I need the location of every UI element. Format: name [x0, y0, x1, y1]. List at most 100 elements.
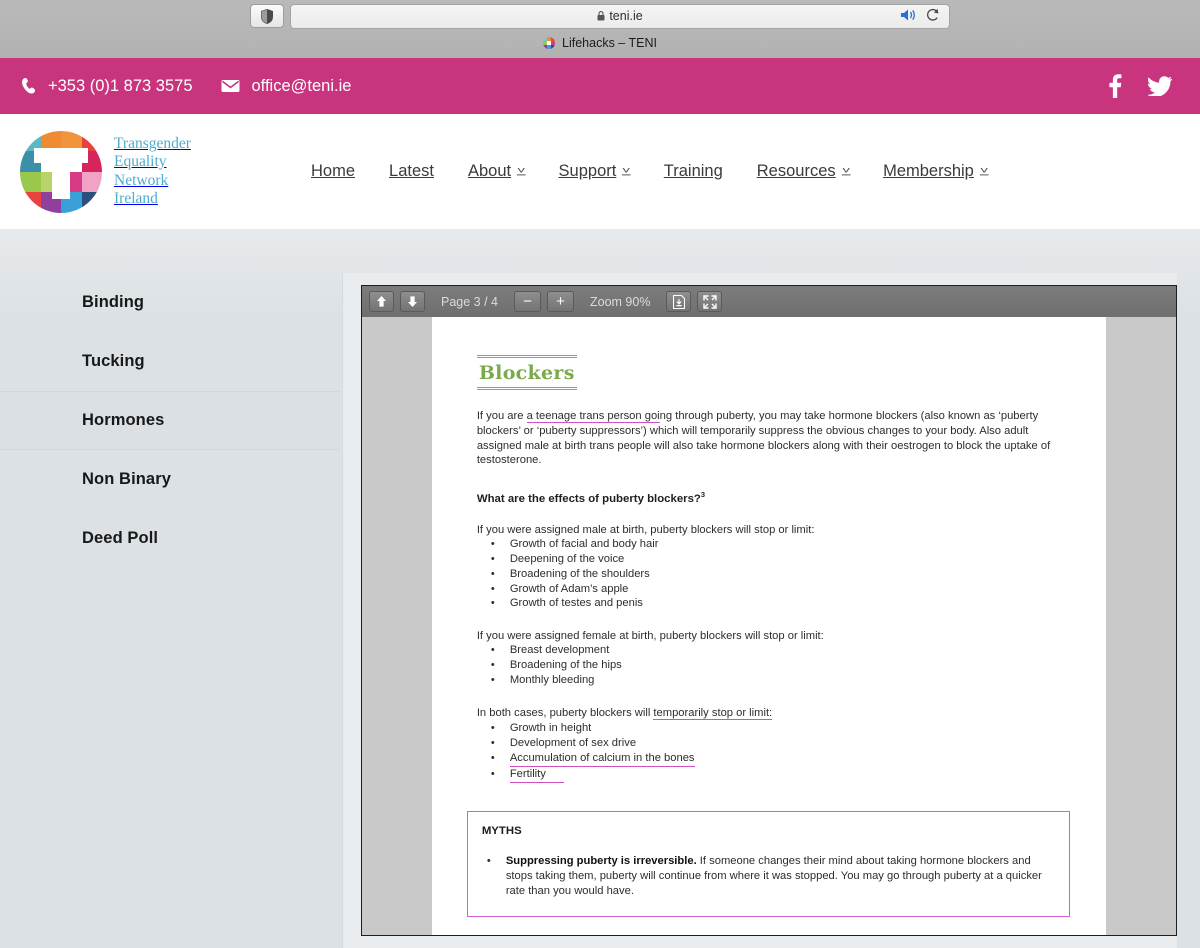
nav-label: Training	[663, 162, 723, 180]
doc-both-list: Growth in height Development of sex driv…	[477, 721, 1070, 783]
sidebar-item-hormones[interactable]: Hormones	[0, 391, 340, 450]
pdf-gutter-left	[362, 317, 432, 935]
myths-title: MYTHS	[481, 824, 522, 837]
list-item-text: Growth in height	[509, 722, 592, 735]
list-item: Growth in height	[477, 721, 1070, 736]
effects-heading-footnote: 3	[700, 490, 706, 500]
phone-contact[interactable]: +353 (0)1 873 3575	[20, 77, 193, 96]
pdf-viewer-panel: Page 3 / 4 − + Zoom 90% Blockers If you …	[342, 273, 1177, 948]
sidebar-item-label: Hormones	[82, 411, 165, 429]
nav-item-membership[interactable]: Membership ˅	[866, 162, 1004, 181]
list-item-text: Fertility	[509, 767, 564, 783]
chevron-down-icon: ˅	[841, 165, 851, 177]
teni-logo[interactable]: Transgender Equality Network Ireland	[20, 130, 270, 213]
list-item: Growth of facial and body hair	[477, 537, 1070, 552]
url-text: teni.ie	[609, 9, 643, 23]
nav-label: Latest	[389, 162, 434, 180]
teni-logo-mark	[20, 130, 102, 213]
list-item: Growth of Adam’s apple	[477, 582, 1070, 597]
doc-afab-list: Breast development Broadening of the hip…	[477, 643, 1070, 688]
shield-icon[interactable]	[250, 4, 284, 28]
main-nav: Home Latest About ˅ Support ˅ Training R…	[294, 162, 1004, 181]
doc-both-lead: In both cases, puberty blockers will tem…	[476, 707, 1070, 721]
nav-label: Home	[311, 162, 356, 180]
chevron-down-icon: ˅	[516, 165, 526, 177]
list-item: Accumulation of calcium in the bones	[477, 751, 1070, 767]
browser-url-row: teni.ie	[0, 0, 1200, 30]
doc-title-row: Blockers	[468, 355, 1070, 390]
myths-callout-box: MYTHS Suppressing puberty is irreversibl…	[466, 810, 1071, 917]
pdf-viewer: Page 3 / 4 − + Zoom 90% Blockers If you …	[361, 285, 1177, 936]
nav-item-latest[interactable]: Latest	[372, 162, 451, 181]
arrow-up-icon[interactable]	[369, 291, 394, 312]
list-item: Fertility	[477, 767, 1070, 783]
nav-label: Membership	[883, 162, 974, 180]
list-item: Breast development	[477, 643, 1070, 658]
logo-line-1: Transgender	[114, 135, 191, 153]
nav-label: About	[467, 162, 512, 180]
nav-item-about[interactable]: About ˅	[451, 162, 542, 181]
nav-label: Support	[558, 162, 617, 180]
browser-chrome: teni.ie Lifehacks – TENI	[0, 0, 1200, 58]
list-item: Suppressing puberty is irreversible. If …	[482, 854, 1055, 899]
pdf-stage[interactable]: Blockers If you are a teenage trans pers…	[362, 317, 1176, 935]
doc-amab-list: Growth of facial and body hair Deepening…	[477, 537, 1070, 611]
sidebar-item-label: Binding	[82, 293, 145, 311]
sidebar-item-deed-poll[interactable]: Deed Poll	[82, 509, 340, 568]
nav-item-home[interactable]: Home	[294, 162, 372, 181]
page-body: Binding Tucking Hormones Non Binary Deed…	[0, 229, 1200, 948]
sidebar-item-binding[interactable]: Binding	[82, 273, 340, 332]
pdf-toolbar: Page 3 / 4 − + Zoom 90%	[362, 286, 1176, 317]
intro-highlight: a teenage trans person goi	[526, 410, 660, 423]
arrow-down-icon[interactable]	[400, 291, 425, 312]
email-contact[interactable]: office@teni.ie	[221, 77, 351, 96]
download-icon[interactable]	[666, 291, 692, 312]
fullscreen-icon[interactable]	[697, 291, 723, 312]
pdf-page-indicator: Page 3 / 4	[441, 294, 498, 309]
logo-t-glyph	[20, 131, 102, 213]
doc-intro-paragraph: If you are a teenage trans person going …	[477, 409, 1070, 468]
sidebar-item-non-binary[interactable]: Non Binary	[82, 450, 340, 509]
logo-line-4: Ireland	[114, 189, 158, 207]
sidebar-item-label: Tucking	[82, 352, 145, 370]
effects-heading-text: What are the effects of puberty blockers…	[476, 492, 701, 505]
zoom-in-button[interactable]: +	[547, 291, 574, 312]
zoom-out-label: −	[523, 293, 532, 310]
sidebar-item-label: Non Binary	[82, 470, 172, 488]
reload-icon[interactable]	[926, 8, 940, 22]
list-item-text: Accumulation of calcium in the bones	[509, 751, 695, 767]
sidebar-item-label: Deed Poll	[82, 529, 159, 547]
both-lead-pre: In both cases, puberty blockers will	[476, 707, 654, 720]
facebook-icon[interactable]	[1108, 74, 1122, 98]
list-item: Broadening of the shoulders	[477, 567, 1070, 582]
doc-amab-lead: If you were assigned male at birth, pube…	[476, 523, 815, 536]
envelope-icon	[221, 80, 239, 92]
teni-favicon	[543, 37, 556, 49]
list-item: Development of sex drive	[477, 736, 1070, 751]
doc-effects-heading: What are the effects of puberty blockers…	[477, 490, 1070, 505]
logo-wordmark: Transgender Equality Network Ireland	[114, 135, 191, 208]
chevron-down-icon: ˅	[979, 165, 989, 177]
twitter-icon[interactable]	[1148, 76, 1172, 96]
doc-title: Blockers	[476, 355, 577, 390]
nav-item-resources[interactable]: Resources ˅	[740, 162, 866, 181]
phone-icon	[21, 78, 36, 94]
zoom-out-button[interactable]: −	[514, 291, 541, 312]
both-lead-highlight: temporarily stop or limit:	[653, 707, 773, 721]
url-display: teni.ie	[299, 9, 941, 23]
browser-tab-title: Lifehacks – TENI	[562, 36, 657, 50]
browser-tab[interactable]: Lifehacks – TENI	[0, 30, 1200, 56]
list-item: Broadening of the hips	[477, 658, 1070, 673]
pdf-zoom-indicator: Zoom 90%	[590, 294, 651, 309]
sidebar-item-tucking[interactable]: Tucking	[82, 332, 340, 391]
nav-item-support[interactable]: Support ˅	[542, 162, 647, 181]
url-input[interactable]: teni.ie	[290, 3, 950, 29]
pdf-page-content: Blockers If you are a teenage trans pers…	[431, 317, 1107, 935]
intro-pre: If you are	[476, 410, 527, 422]
list-item-text: Development of sex drive	[509, 736, 637, 749]
site-header: Transgender Equality Network Ireland Hom…	[0, 114, 1200, 229]
nav-item-training[interactable]: Training	[647, 162, 740, 181]
chevron-down-icon: ˅	[622, 165, 631, 177]
pdf-gutter-right	[1106, 317, 1176, 935]
speaker-icon[interactable]	[900, 8, 917, 22]
